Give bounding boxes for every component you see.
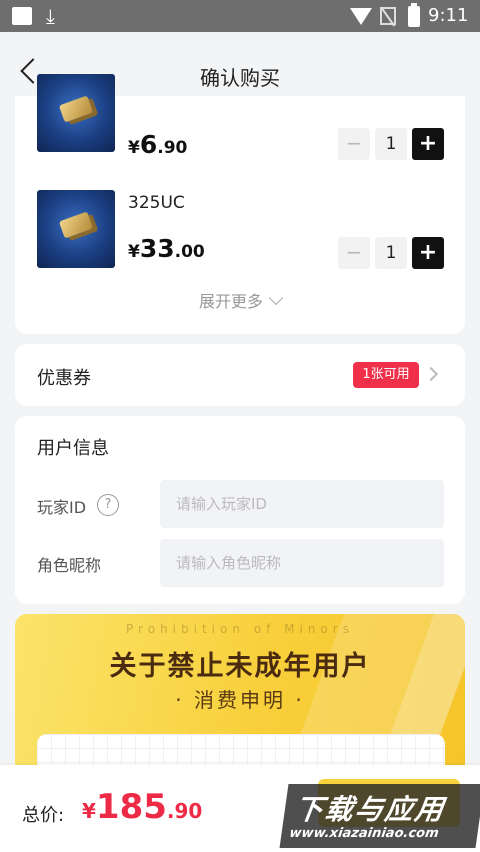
status-bar: ⤓ 9:11 xyxy=(0,0,480,32)
watermark-logo-text: 下载与应用 xyxy=(292,793,448,826)
banner-title: 关于禁止未成年用户 xyxy=(109,651,371,682)
battery-icon xyxy=(408,3,420,27)
coupon-label: 优惠券 xyxy=(37,368,91,389)
quantity-value: 1 xyxy=(375,128,407,160)
notification-icon xyxy=(12,7,32,25)
total-label: 总价: xyxy=(22,805,65,826)
quantity-stepper: − 1 + xyxy=(338,237,446,269)
product-thumbnail xyxy=(37,190,115,268)
help-icon[interactable]: ? xyxy=(97,494,119,516)
expand-more-label: 展开更多 xyxy=(198,292,263,311)
role-name-label: 角色昵称 xyxy=(37,556,102,575)
uc-coin-icon xyxy=(58,211,94,239)
expand-more-button[interactable]: 展开更多 xyxy=(15,288,465,312)
banner-subtitle: · 消费申明 · xyxy=(175,688,305,712)
quantity-stepper: − 1 + xyxy=(338,128,446,160)
decrease-button[interactable]: − xyxy=(338,237,370,269)
increase-button[interactable]: + xyxy=(412,237,444,269)
product-thumbnail xyxy=(37,74,115,152)
total-price: ¥185.90 xyxy=(82,787,203,827)
role-name-input[interactable] xyxy=(160,539,444,587)
user-info-title: 用户信息 xyxy=(37,438,109,459)
player-id-label: 玩家ID xyxy=(37,498,87,517)
chevron-right-icon xyxy=(423,366,439,382)
player-id-input[interactable] xyxy=(160,480,444,528)
product-name: 325UC xyxy=(128,193,185,213)
products-card: ¥6.90 − 1 + 325UC ¥33.00 − 1 + 展开更多 xyxy=(15,74,465,334)
no-signal-icon xyxy=(380,7,396,25)
quantity-value: 1 xyxy=(375,237,407,269)
coupon-available-badge: 1张可用 xyxy=(353,362,419,388)
watermark-url: www.xiazainiao.com xyxy=(288,826,440,841)
product-price: ¥6.90 xyxy=(128,130,188,159)
wifi-icon xyxy=(350,8,372,25)
user-info-card: 用户信息 玩家ID ? 角色昵称 xyxy=(15,416,465,604)
download-icon: ⤓ xyxy=(46,4,55,28)
coupon-row[interactable]: 优惠券 1张可用 xyxy=(15,344,465,406)
chevron-down-icon xyxy=(268,290,284,306)
increase-button[interactable]: + xyxy=(412,128,444,160)
decrease-button[interactable]: − xyxy=(338,128,370,160)
status-time: 9:11 xyxy=(428,5,469,26)
site-watermark: 下载与应用 www.xiazainiao.com xyxy=(279,784,480,848)
product-price: ¥33.00 xyxy=(128,234,205,263)
uc-coin-icon xyxy=(58,95,94,123)
banner-english-text: Prohibition of Minors xyxy=(126,622,354,636)
